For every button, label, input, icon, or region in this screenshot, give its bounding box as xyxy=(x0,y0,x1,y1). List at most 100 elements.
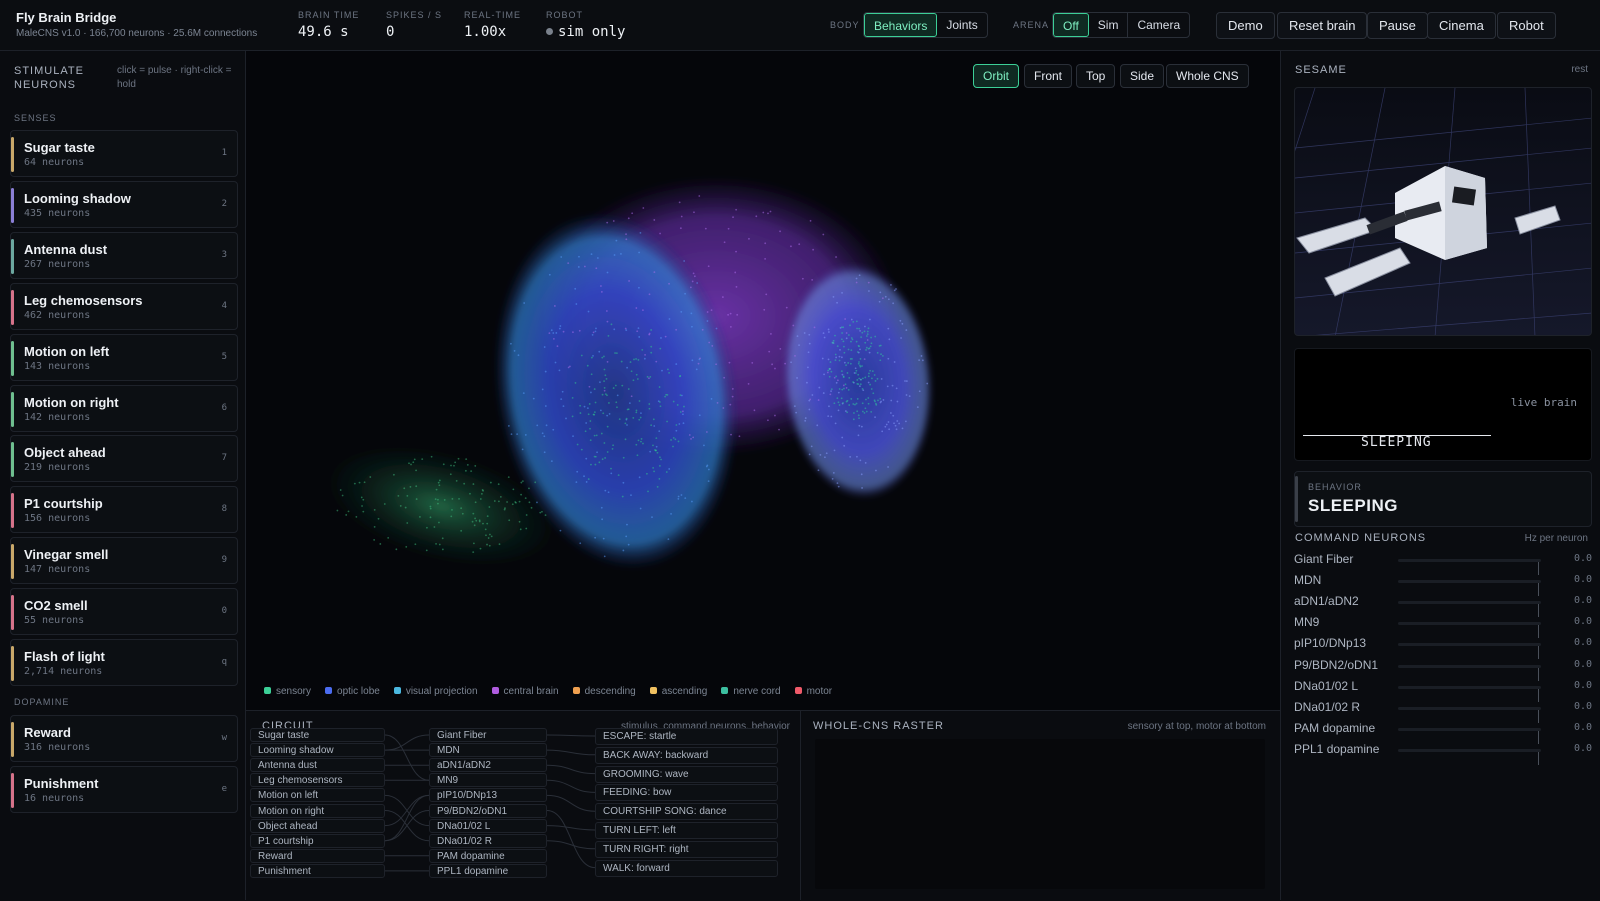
stimulus-card[interactable]: P1 courtship 156 neurons 8 xyxy=(10,486,238,534)
neuron-dot xyxy=(560,398,563,401)
neuron-dot xyxy=(572,435,574,438)
brain-viewport[interactable]: Orbit Front Top Side Whole CNS sensory op… xyxy=(246,51,1280,710)
neuron-dot xyxy=(472,512,475,515)
neuron-dot xyxy=(550,329,553,332)
stimulus-card[interactable]: CO2 smell 55 neurons 0 xyxy=(10,588,238,636)
neuron-dot xyxy=(544,370,547,373)
neuron-dot xyxy=(600,506,603,509)
robot-button[interactable]: Robot xyxy=(1497,12,1556,39)
circuit-behavior-node[interactable]: TURN RIGHT: right xyxy=(595,840,778,858)
arena-camera-button[interactable]: Camera xyxy=(1128,13,1189,37)
neuron-dot xyxy=(847,389,850,391)
neuron-dot xyxy=(493,500,496,502)
neuron-dot xyxy=(731,395,734,398)
rate-bar-track xyxy=(1398,664,1541,681)
stimulus-card[interactable]: Motion on right 142 neurons 6 xyxy=(10,384,238,432)
circuit-behavior-node[interactable]: FEEDING: bow xyxy=(595,784,778,802)
neuron-dot xyxy=(887,357,890,360)
stimulus-card[interactable]: Antenna dust 267 neurons 3 xyxy=(10,231,238,279)
stimulus-card[interactable]: Motion on left 143 neurons 5 xyxy=(10,333,238,381)
circuit-behavior-node[interactable]: COURTSHIP SONG: dance xyxy=(595,803,778,821)
body-behaviors-button[interactable]: Behaviors xyxy=(864,13,938,37)
demo-button[interactable]: Demo xyxy=(1216,12,1275,39)
neuron-dot xyxy=(556,345,559,348)
stat-label: ROBOT xyxy=(546,10,584,20)
circuit-command-node[interactable]: DNa01/02 R xyxy=(429,833,547,848)
raster-title: WHOLE-CNS RASTER xyxy=(813,720,944,732)
neuron-dot xyxy=(626,366,629,369)
circuit-input-node[interactable]: Antenna dust xyxy=(250,758,385,773)
neuron-dot xyxy=(668,318,671,320)
neuron-dot xyxy=(846,399,849,402)
neuron-dot xyxy=(848,376,851,379)
circuit-command-node[interactable]: PPL1 dopamine xyxy=(429,863,547,878)
neuron-dot xyxy=(732,216,734,219)
circuit-command-node[interactable]: DNa01/02 L xyxy=(429,818,547,833)
view-orbit-button[interactable]: Orbit xyxy=(973,64,1020,88)
neuron-dot xyxy=(680,494,683,496)
neuron-dot xyxy=(534,481,537,484)
command-neuron-row: P9/BDN2/oDN1 0.0 xyxy=(1294,656,1592,681)
neuron-dot xyxy=(613,254,616,256)
arena-sim-button[interactable]: Sim xyxy=(1089,13,1129,37)
stimulus-card[interactable]: Vinegar smell 147 neurons 9 xyxy=(10,537,238,585)
circuit-behavior-node[interactable]: GROOMING: wave xyxy=(595,765,778,783)
circuit-command-node[interactable]: PAM dopamine xyxy=(429,848,547,863)
circuit-input-node[interactable]: Leg chemosensors xyxy=(250,773,385,788)
cinema-button[interactable]: Cinema xyxy=(1427,12,1496,39)
circuit-command-node[interactable]: P9/BDN2/oDN1 xyxy=(429,803,547,818)
neuron-dot xyxy=(728,361,731,364)
circuit-input-node[interactable]: Reward xyxy=(250,848,385,863)
circuit-input-node[interactable]: Motion on right xyxy=(250,803,385,818)
stimulus-card[interactable]: Sugar taste 64 neurons 1 xyxy=(10,130,238,177)
circuit-behavior-node[interactable]: BACK AWAY: backward xyxy=(595,746,778,764)
stimulus-count: 142 neurons xyxy=(24,411,91,423)
neuron-dot xyxy=(668,468,671,470)
neuron-dot xyxy=(710,309,713,312)
circuit-command-node[interactable]: MN9 xyxy=(429,773,547,788)
brain-render[interactable] xyxy=(246,51,1280,691)
neuron-dot xyxy=(864,376,867,379)
neuron-dot xyxy=(429,507,432,510)
circuit-input-node[interactable]: P1 courtship xyxy=(250,833,385,848)
stimulus-card[interactable]: Punishment 16 neurons e xyxy=(10,765,238,813)
circuit-command-node[interactable]: MDN xyxy=(429,743,547,758)
neuron-dot xyxy=(479,547,482,550)
circuit-input-node[interactable]: Looming shadow xyxy=(250,743,385,758)
neuron-dot xyxy=(601,393,604,396)
command-neuron-rate: 0.0 xyxy=(1573,679,1592,691)
neuron-dot xyxy=(648,403,651,405)
circuit-input-node[interactable]: Object ahead xyxy=(250,818,385,833)
stimulus-card[interactable]: Object ahead 219 neurons 7 xyxy=(10,435,238,483)
pause-button[interactable]: Pause xyxy=(1367,12,1428,39)
circuit-command-node[interactable]: Giant Fiber xyxy=(429,728,547,742)
neuron-dot xyxy=(631,212,634,215)
circuit-behavior-node[interactable]: WALK: forward xyxy=(595,859,778,877)
neuron-dot xyxy=(679,227,682,230)
body-joints-button[interactable]: Joints xyxy=(937,13,986,37)
circuit-input-node[interactable]: Motion on left xyxy=(250,788,385,803)
robot-3d-view[interactable] xyxy=(1294,87,1592,336)
legend-label: ascending xyxy=(661,686,708,697)
stimulus-card[interactable]: Looming shadow 435 neurons 2 xyxy=(10,180,238,228)
view-whole-cns-button[interactable]: Whole CNS xyxy=(1166,64,1249,88)
circuit-command-node[interactable]: pIP10/DNp13 xyxy=(429,788,547,803)
neuron-dot xyxy=(624,438,627,441)
view-top-button[interactable]: Top xyxy=(1076,64,1116,88)
neuron-dot xyxy=(512,488,515,491)
reset-brain-button[interactable]: Reset brain xyxy=(1277,12,1368,39)
circuit-input-node[interactable]: Sugar taste xyxy=(250,728,385,742)
neuron-dot xyxy=(373,525,376,528)
stimulus-card[interactable]: Reward 316 neurons w xyxy=(10,715,238,762)
circuit-command-node[interactable]: aDN1/aDN2 xyxy=(429,758,547,773)
neuron-dot xyxy=(387,536,390,539)
circuit-behavior-node[interactable]: TURN LEFT: left xyxy=(595,822,778,839)
arena-off-button[interactable]: Off xyxy=(1053,13,1089,37)
view-front-button[interactable]: Front xyxy=(1024,64,1073,88)
stimulus-card[interactable]: Flash of light 2,714 neurons q xyxy=(10,639,238,686)
neuron-dot xyxy=(463,482,466,485)
circuit-behavior-node[interactable]: ESCAPE: startle xyxy=(595,728,778,745)
circuit-input-node[interactable]: Punishment xyxy=(250,863,385,878)
view-side-button[interactable]: Side xyxy=(1120,64,1165,88)
stimulus-card[interactable]: Leg chemosensors 462 neurons 4 xyxy=(10,282,238,330)
